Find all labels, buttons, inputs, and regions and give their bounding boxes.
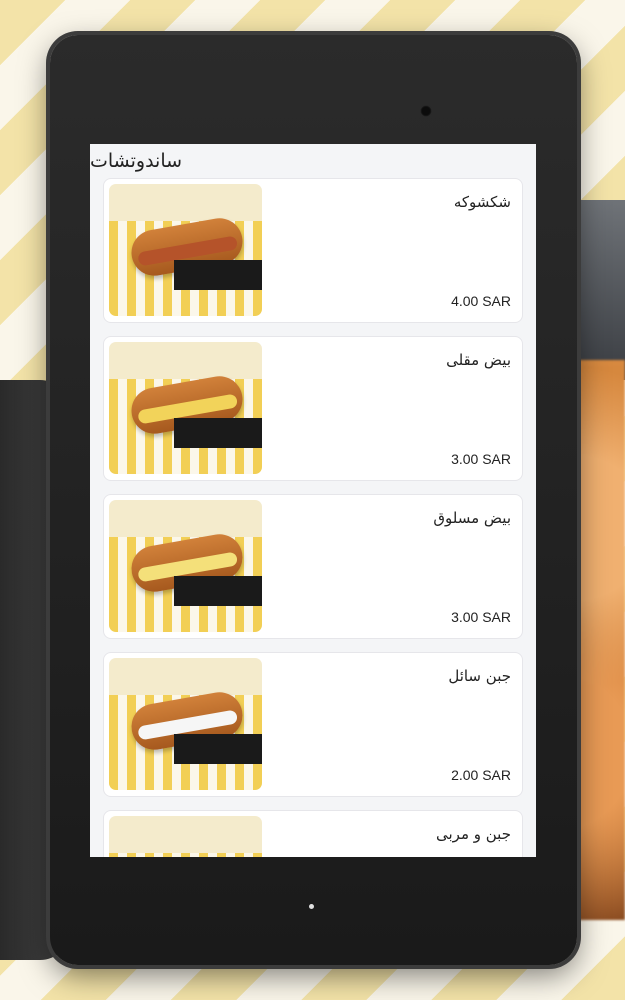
- menu-item-price: 3.00 SAR: [451, 451, 511, 467]
- menu-item-card[interactable]: جبن و مربى: [103, 810, 523, 857]
- menu-item-name: جبن سائل: [448, 667, 511, 685]
- category-header: ساندوتشات: [90, 144, 536, 178]
- brand-logo: [174, 734, 262, 764]
- brand-logo: [174, 576, 262, 606]
- camera-icon: [420, 105, 432, 117]
- menu-item-image[interactable]: [109, 658, 262, 790]
- menu-item-name: بيض مسلوق: [433, 509, 511, 527]
- menu-item-image[interactable]: [109, 342, 262, 474]
- menu-item-price: 3.00 SAR: [451, 609, 511, 625]
- menu-list[interactable]: شكشوكه 4.00 SAR بيض مقلى 3.00 SAR بيض مس…: [90, 178, 536, 857]
- menu-item-card[interactable]: بيض مقلى 3.00 SAR: [103, 336, 523, 481]
- brand-logo: [174, 418, 262, 448]
- brand-logo: [174, 260, 262, 290]
- menu-item-card[interactable]: بيض مسلوق 3.00 SAR: [103, 494, 523, 639]
- menu-item-name: جبن و مربى: [436, 825, 511, 843]
- menu-item-card[interactable]: شكشوكه 4.00 SAR: [103, 178, 523, 323]
- menu-item-image[interactable]: [109, 184, 262, 316]
- menu-item-price: 2.00 SAR: [451, 767, 511, 783]
- menu-item-name: بيض مقلى: [446, 351, 511, 369]
- menu-item-name: شكشوكه: [453, 193, 511, 211]
- menu-item-card[interactable]: جبن سائل 2.00 SAR: [103, 652, 523, 797]
- app-screen: ساندوتشات شكشوكه 4.00 SAR بيض مقلى 3.00 …: [90, 144, 536, 857]
- menu-item-image[interactable]: [109, 500, 262, 632]
- menu-item-price: 4.00 SAR: [451, 293, 511, 309]
- menu-item-image[interactable]: [109, 816, 262, 857]
- home-indicator: [309, 904, 314, 909]
- category-title: ساندوتشات: [90, 150, 183, 172]
